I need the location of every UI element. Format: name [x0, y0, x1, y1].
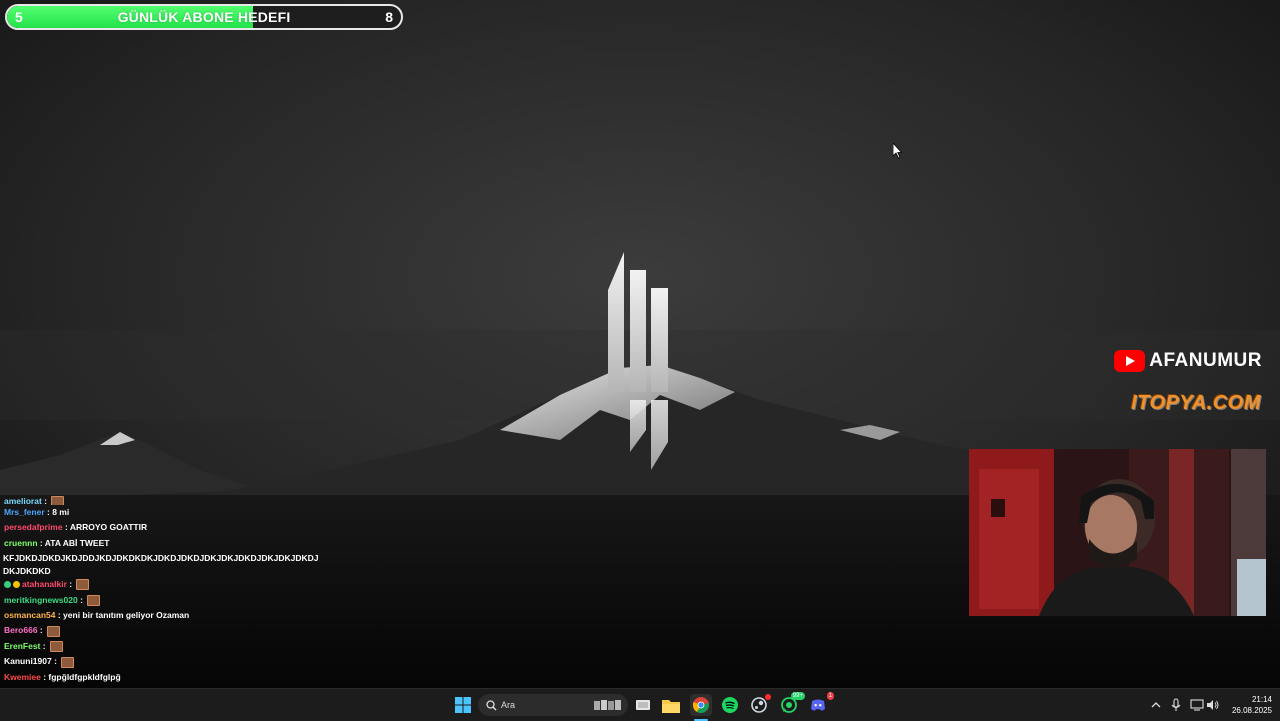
- discord-icon[interactable]: 1: [808, 692, 834, 715]
- chat-message-text: : fgpğldfgpkldfglpğ: [40, 671, 121, 682]
- windows-start-icon[interactable]: [453, 695, 473, 715]
- chat-message: meritkingnews020 :: [0, 685, 330, 686]
- notification-dot: [765, 694, 771, 700]
- spotify-icon[interactable]: [720, 695, 740, 715]
- chat-message: ameliorat :: [0, 496, 330, 505]
- chat-message: Bero666 :: [0, 623, 330, 638]
- taskbar-clock[interactable]: 21:14 26.08.2025: [1232, 694, 1272, 716]
- chat-message: Kanuni1907 :: [0, 654, 330, 669]
- chat-message: persedafprime : ARROYO GOATTIR: [0, 520, 330, 535]
- chat-username[interactable]: ErenFest: [4, 641, 40, 651]
- mouse-cursor-icon: [893, 143, 903, 159]
- chat-emote-icon: [87, 594, 101, 606]
- chat-message-text: : yeni bir tanıtım geliyor Ozaman: [55, 610, 190, 621]
- file-explorer-icon[interactable]: [661, 695, 681, 715]
- subscriber-goal-bar: 5 GÜNLÜK ABONE HEDEFI 8: [5, 4, 403, 30]
- chat-message-text: :: [40, 640, 48, 651]
- windows-taskbar: Ara 99+ 1 21:14 26.08.2025: [0, 688, 1280, 721]
- chat-username[interactable]: persedafprime: [4, 522, 63, 532]
- task-view-icon[interactable]: [633, 695, 653, 715]
- chat-emote-icon: [49, 641, 63, 653]
- goal-title: GÜNLÜK ABONE HEDEFI: [117, 9, 291, 25]
- chat-username[interactable]: osmancan54: [4, 610, 56, 620]
- chat-username[interactable]: Kwemiee: [4, 672, 41, 682]
- youtube-channel-name: AFANUMUR: [1149, 350, 1262, 371]
- chat-message-text: : 8 mi: [44, 507, 70, 517]
- chat-badge-icon: [4, 581, 11, 589]
- chrome-icon[interactable]: [690, 694, 712, 716]
- chat-username[interactable]: Kanuni1907: [4, 656, 52, 666]
- clock-time: 21:14: [1251, 695, 1272, 704]
- chat-message-text: :: [41, 496, 50, 506]
- chat-message: osmancan54 : yeni bir tanıtım geliyor Oz…: [0, 608, 330, 623]
- chat-message: cruennn : ATA ABİ TWEET: [0, 536, 330, 551]
- search-placeholder: Ara: [501, 700, 516, 710]
- chat-message-text: : ARROYO GOATTIR: [62, 522, 148, 533]
- chat-emote-icon: [76, 579, 90, 591]
- chat-username[interactable]: cruennn: [4, 538, 38, 548]
- search-icon: [486, 699, 497, 710]
- webcam-feed: [969, 449, 1266, 616]
- chat-message-text: :: [37, 625, 46, 636]
- chat-badge-icon: [13, 581, 20, 589]
- chat-message: ErenFest :: [0, 639, 330, 654]
- discord-badge: 1: [826, 692, 834, 700]
- search-highlight-icon: [594, 700, 621, 710]
- chat-message: KFJDKDJDKDJKDJDDJKDJDKDKDKJDKDJDKDJDKJDK…: [0, 551, 321, 577]
- whatsapp-icon[interactable]: 99+: [779, 692, 805, 715]
- chat-emote-icon: [51, 496, 65, 505]
- chat-username[interactable]: atahanalkir: [22, 579, 67, 589]
- chat-message: atahanalkir :: [0, 577, 330, 592]
- chat-emote-icon: [61, 656, 75, 668]
- chat-message-text: :: [66, 579, 75, 590]
- steam-icon[interactable]: [749, 694, 771, 715]
- clock-date: 26.08.2025: [1231, 706, 1272, 715]
- whatsapp-badge: 99+: [790, 692, 805, 700]
- chat-username[interactable]: ameliorat: [4, 496, 42, 506]
- volume-icon[interactable]: [1203, 695, 1223, 715]
- chevron-up-icon[interactable]: [1146, 695, 1166, 715]
- chat-message: Mrs_fener : 8 mi: [0, 505, 330, 520]
- microphone-icon[interactable]: [1166, 695, 1186, 715]
- stream-chat: ameliorat : Mrs_fener : 8 mi persedafprim…: [0, 496, 330, 686]
- sponsor-website: ITOPYA.COM: [1131, 392, 1261, 414]
- youtube-channel-overlay: AFANUMUR: [1114, 349, 1262, 373]
- chat-message-text: :: [51, 656, 60, 667]
- goal-target-count: 8: [385, 9, 393, 25]
- chat-message-text: :: [77, 594, 86, 605]
- chat-message: meritkingnews020 :: [0, 593, 330, 608]
- youtube-icon: [1114, 350, 1146, 372]
- chat-emote-icon: [47, 625, 61, 637]
- chat-username[interactable]: Mrs_fener: [4, 507, 45, 517]
- chat-message-text: : ATA ABİ TWEET: [37, 537, 110, 548]
- chat-message-text: KFJDKDJDKDJKDJDDJKDJDKDKDKJDKDJDKDJDKJDK…: [3, 553, 319, 576]
- chat-username[interactable]: Bero666: [4, 625, 38, 635]
- chat-username[interactable]: meritkingnews020: [4, 595, 78, 605]
- chat-message: Kwemiee : fgpğldfgpkldfglpğ: [0, 670, 330, 685]
- taskbar-search-box[interactable]: Ara: [478, 694, 628, 716]
